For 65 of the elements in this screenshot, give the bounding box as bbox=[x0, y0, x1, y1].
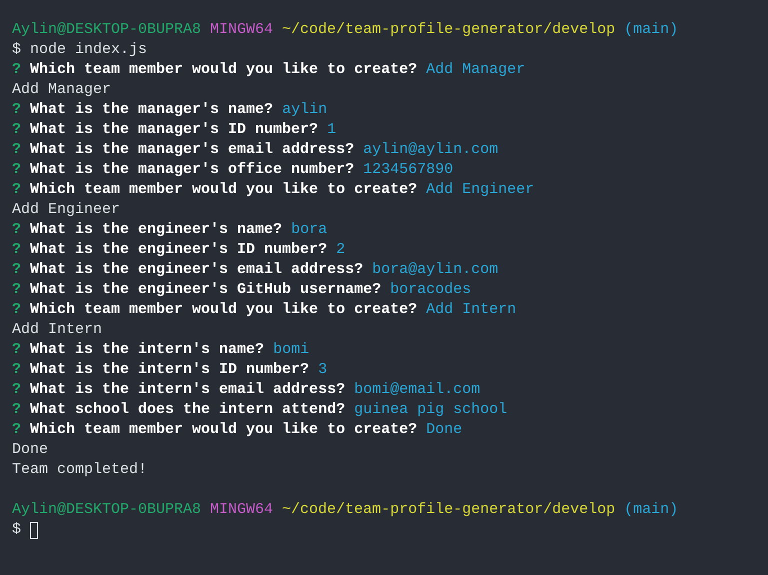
question-prompt: ? bbox=[12, 280, 22, 300]
question-prompt: ? bbox=[12, 340, 22, 360]
answer-text: Add Manager bbox=[426, 60, 526, 80]
answer-text: bora bbox=[291, 220, 328, 240]
output-text: Done bbox=[12, 440, 48, 460]
answer-text: Done bbox=[426, 420, 462, 440]
question-text: What is the manager's email address? bbox=[30, 140, 354, 160]
question-prompt: ? bbox=[12, 220, 22, 240]
question-text: What is the engineer's email address? bbox=[30, 260, 364, 280]
question-prompt: ? bbox=[12, 380, 22, 400]
git-branch: (main) bbox=[624, 20, 678, 40]
question-prompt: ? bbox=[12, 420, 22, 440]
question-text: Which team member would you like to create? bbox=[30, 420, 418, 440]
question-prompt: ? bbox=[12, 260, 22, 280]
question-prompt: ? bbox=[12, 60, 22, 80]
system-name: MINGW64 bbox=[210, 20, 274, 40]
output-text: Add Intern bbox=[12, 320, 102, 340]
output-text: Add Engineer bbox=[12, 200, 120, 220]
answer-text: 1234567890 bbox=[363, 160, 454, 180]
user-host: Aylin@DESKTOP-0BUPRA8 bbox=[12, 500, 202, 520]
question-text: What is the intern's name? bbox=[30, 340, 264, 360]
question-text: What is the engineer's GitHub username? bbox=[30, 280, 382, 300]
answer-text: bomi@email.com bbox=[354, 380, 480, 400]
question-text: Which team member would you like to create? bbox=[30, 300, 418, 320]
cursor bbox=[30, 522, 38, 538]
question-text: Which team member would you like to create? bbox=[30, 60, 418, 80]
output-text: Add Manager bbox=[12, 80, 112, 100]
question-text: What is the engineer's ID number? bbox=[30, 240, 328, 260]
question-text: What is the intern's ID number? bbox=[30, 360, 310, 380]
question-prompt: ? bbox=[12, 400, 22, 420]
question-prompt: ? bbox=[12, 180, 22, 200]
answer-text: 3 bbox=[318, 360, 328, 380]
question-prompt: ? bbox=[12, 300, 22, 320]
current-path: ~/code/team-profile-generator/develop bbox=[282, 20, 616, 40]
answer-text: bora@aylin.com bbox=[372, 260, 498, 280]
answer-text: Add Engineer bbox=[426, 180, 534, 200]
answer-text: boracodes bbox=[390, 280, 472, 300]
question-prompt: ? bbox=[12, 140, 22, 160]
question-prompt: ? bbox=[12, 240, 22, 260]
current-path: ~/code/team-profile-generator/develop bbox=[282, 500, 616, 520]
question-text: What is the intern's email address? bbox=[30, 380, 346, 400]
question-prompt: ? bbox=[12, 160, 22, 180]
system-name: MINGW64 bbox=[210, 500, 274, 520]
question-text: What is the manager's ID number? bbox=[30, 120, 318, 140]
answer-text: 1 bbox=[327, 120, 336, 140]
shell-prompt: $ bbox=[12, 520, 22, 540]
question-text: Which team member would you like to create? bbox=[30, 180, 418, 200]
answer-text: aylin@aylin.com bbox=[363, 140, 498, 160]
question-text: What is the manager's name? bbox=[30, 100, 274, 120]
question-text: What is the engineer's name? bbox=[30, 220, 282, 240]
user-host: Aylin@DESKTOP-0BUPRA8 bbox=[12, 20, 202, 40]
question-prompt: ? bbox=[12, 360, 22, 380]
question-text: What school does the intern attend? bbox=[30, 400, 346, 420]
shell-prompt: $ bbox=[12, 40, 22, 60]
question-text: What is the manager's office number? bbox=[30, 160, 354, 180]
answer-text: Add Intern bbox=[426, 300, 516, 320]
answer-text: bomi bbox=[273, 340, 310, 360]
answer-text: aylin bbox=[282, 100, 328, 120]
answer-text: guinea pig school bbox=[354, 400, 508, 420]
answer-text: 2 bbox=[336, 240, 346, 260]
command-text: node index.js bbox=[30, 40, 148, 60]
question-prompt: ? bbox=[12, 100, 22, 120]
output-text: Team completed! bbox=[12, 460, 148, 480]
git-branch: (main) bbox=[624, 500, 678, 520]
question-prompt: ? bbox=[12, 120, 22, 140]
